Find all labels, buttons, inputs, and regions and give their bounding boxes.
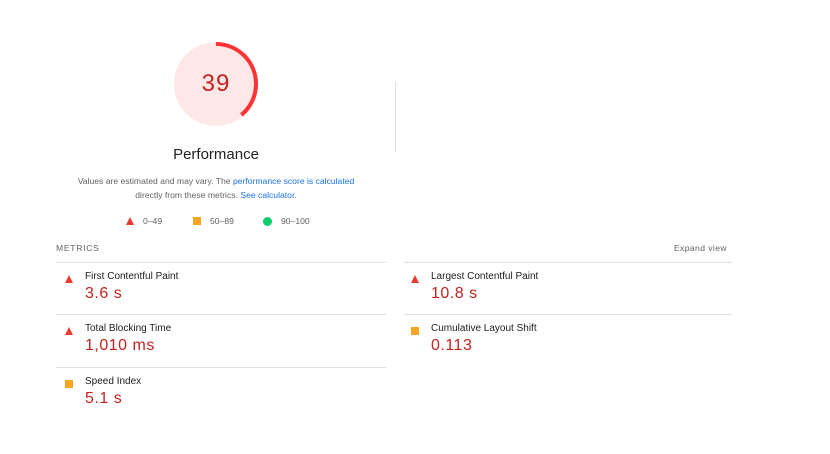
metrics-header: METRICS — [56, 243, 100, 253]
metric-divider — [404, 314, 732, 315]
metric-value: 5.1 s — [85, 390, 123, 407]
legend-average-label: 50–89 — [210, 216, 234, 226]
red-triangle-icon — [126, 217, 134, 225]
score-calculated-link[interactable]: performance score is calculated — [233, 176, 354, 186]
metric-name: Total Blocking Time — [85, 323, 172, 334]
category-title: Performance — [173, 146, 259, 163]
metric-value: 10.8 s — [431, 285, 478, 302]
orange-square-icon — [411, 327, 419, 335]
legend-fail: 0–49 — [126, 214, 162, 228]
metric-value: 3.6 s — [85, 285, 123, 302]
red-triangle-icon — [65, 327, 73, 335]
gauge-score: 39 — [201, 70, 231, 97]
orange-square-icon — [193, 217, 201, 225]
expand-view-toggle[interactable]: Expand view — [640, 243, 727, 253]
metric-name: Speed Index — [85, 376, 142, 387]
performance-gauge: 39 — [172, 40, 260, 128]
metric-divider — [56, 262, 386, 263]
legend-average: 50–89 — [193, 214, 234, 228]
metric-name: Cumulative Layout Shift — [431, 323, 537, 334]
metric-name: Largest Contentful Paint — [431, 271, 539, 282]
metric-value: 1,010 ms — [85, 337, 155, 354]
red-triangle-icon — [411, 275, 419, 283]
red-triangle-icon — [65, 275, 73, 283]
see-calculator-link[interactable]: See calculator — [240, 190, 294, 200]
orange-square-icon — [65, 380, 73, 388]
metric-name: First Contentful Paint — [85, 271, 179, 282]
metric-divider — [404, 262, 732, 263]
green-circle-icon — [263, 216, 272, 226]
metric-divider — [56, 314, 386, 315]
description-text-2: directly from these metrics. — [135, 190, 241, 200]
description-period: . — [294, 190, 297, 200]
score-description: Values are estimated and may vary. The p… — [56, 174, 376, 202]
legend-pass: 90–100 — [263, 214, 310, 228]
metric-divider — [56, 367, 386, 368]
metric-value: 0.113 — [431, 337, 473, 354]
description-text: Values are estimated and may vary. The — [77, 176, 233, 186]
legend-fail-label: 0–49 — [143, 216, 163, 226]
vertical-divider — [395, 82, 396, 152]
legend-pass-label: 90–100 — [281, 216, 310, 226]
